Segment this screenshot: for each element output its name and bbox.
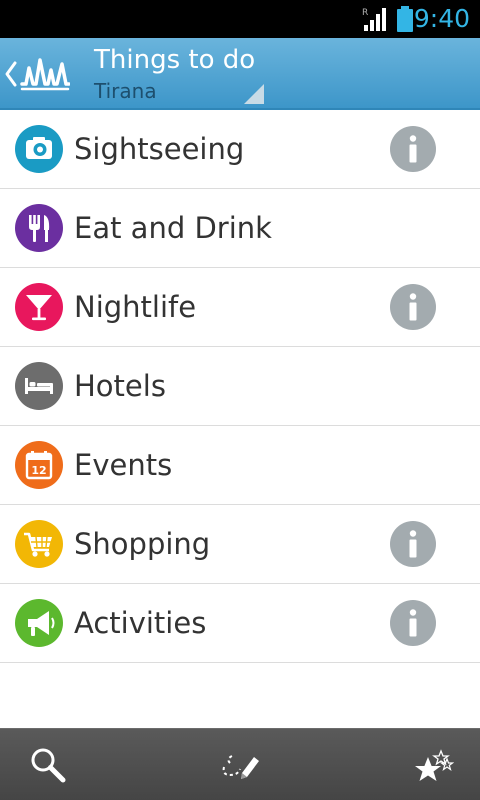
status-bar: R 9:40	[0, 0, 480, 38]
home-up-button[interactable]	[0, 38, 78, 110]
location-subtitle: Tirana	[94, 79, 157, 103]
list-item-label: Eat and Drink	[74, 211, 272, 245]
info-icon[interactable]	[390, 126, 436, 172]
list-item-label: Activities	[74, 606, 207, 640]
search-button[interactable]	[0, 729, 160, 800]
shopping-cart-icon	[15, 520, 63, 568]
info-icon[interactable]	[390, 521, 436, 567]
list-item-shopping[interactable]: Shopping	[0, 505, 480, 584]
draw-route-button[interactable]	[160, 729, 320, 800]
list-item-nightlife[interactable]: Nightlife	[0, 268, 480, 347]
spinner-triangle-icon	[244, 84, 264, 104]
list-item-label: Shopping	[74, 527, 211, 561]
chevron-left-icon	[5, 61, 17, 87]
list-item-activities[interactable]: Activities	[0, 584, 480, 663]
fork-knife-icon	[15, 204, 63, 252]
list-item-sightseeing[interactable]: Sightseeing	[0, 110, 480, 189]
bed-icon	[15, 362, 63, 410]
list-item-label: Nightlife	[74, 290, 197, 324]
cocktail-glass-icon	[15, 283, 63, 331]
megaphone-icon	[15, 599, 63, 647]
svg-text:12: 12	[31, 464, 46, 477]
skyline-logo-icon	[20, 58, 70, 91]
search-icon	[31, 748, 66, 783]
favorites-stars-icon	[415, 749, 454, 781]
bottom-toolbar	[0, 728, 480, 800]
info-icon[interactable]	[390, 284, 436, 330]
list-item-label: Events	[74, 448, 173, 482]
location-spinner[interactable]: Things to do Tirana	[92, 38, 270, 110]
list-item-label: Sightseeing	[74, 132, 245, 166]
signal-icon: R	[362, 8, 386, 31]
favorites-button[interactable]	[320, 729, 480, 800]
page-title: Things to do	[94, 45, 256, 75]
battery-icon	[397, 6, 413, 32]
info-icon[interactable]	[390, 600, 436, 646]
action-bar: Things to do Tirana	[0, 38, 480, 110]
svg-text:R: R	[362, 8, 368, 18]
camera-icon	[15, 125, 63, 173]
list-item-events[interactable]: 12 Events	[0, 426, 480, 505]
list-item-hotels[interactable]: Hotels	[0, 347, 480, 426]
calendar-icon: 12	[15, 441, 63, 489]
draw-route-icon	[222, 755, 259, 779]
category-list: Sightseeing Eat and Drink Nightlife Hote…	[0, 110, 480, 663]
list-item-label: Hotels	[74, 369, 166, 403]
status-clock: 9:40	[413, 4, 470, 33]
list-item-eat-and-drink[interactable]: Eat and Drink	[0, 189, 480, 268]
